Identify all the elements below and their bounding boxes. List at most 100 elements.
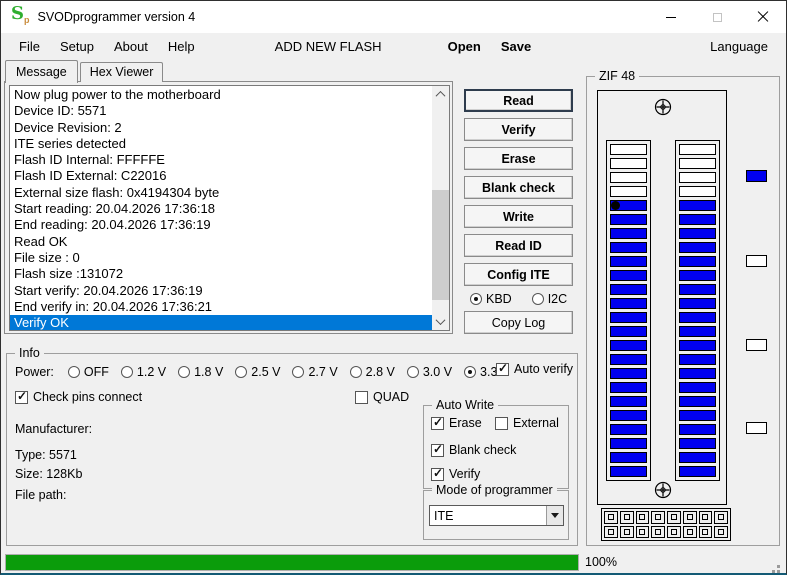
maximize-icon xyxy=(712,12,722,22)
zif-pin-slot xyxy=(679,438,716,449)
read-button[interactable]: Read xyxy=(464,89,573,112)
connector-pin xyxy=(635,525,650,538)
checkbox-icon xyxy=(355,390,368,404)
log-line[interactable]: Device ID: 5571 xyxy=(10,103,432,119)
read-id-button[interactable]: Read ID xyxy=(464,234,573,257)
menu-item-add-new-flash[interactable]: ADD NEW FLASH xyxy=(265,35,392,58)
blank-check-button[interactable]: Blank check xyxy=(464,176,573,199)
zif-pin-slot xyxy=(679,284,716,295)
scroll-down-button[interactable] xyxy=(432,313,449,330)
auto-write-erase-checkbox[interactable]: Erase xyxy=(431,415,482,430)
scrollbar-thumb[interactable] xyxy=(432,190,449,300)
zif-connector-block xyxy=(601,508,731,541)
zif-pin-slot xyxy=(610,298,647,309)
checkbox-icon xyxy=(496,361,509,376)
copy-log-button[interactable]: Copy Log xyxy=(464,311,573,334)
log-line[interactable]: External size flash: 0x4194304 byte xyxy=(10,185,432,201)
zif-pin-slot xyxy=(679,298,716,309)
write-button[interactable]: Write xyxy=(464,205,573,228)
menu-item-open[interactable]: Open xyxy=(438,35,491,58)
log-line[interactable]: Start reading: 20.04.2026 17:36:18 xyxy=(10,201,432,217)
zif-pin-slot xyxy=(610,270,647,281)
connector-pin xyxy=(698,525,713,538)
zif-pin-slot xyxy=(610,424,647,435)
bus-option-i2c[interactable]: I2C xyxy=(531,292,567,306)
resize-grip-icon[interactable] xyxy=(777,565,780,568)
power-option-3-0-v[interactable]: 3.0 V xyxy=(406,365,452,379)
zif-pin-slot xyxy=(679,200,716,211)
zif-pin-slot xyxy=(679,452,716,463)
zif-pin-slot xyxy=(610,452,647,463)
tab-message[interactable]: Message xyxy=(5,60,78,83)
zif-pin-slot xyxy=(679,270,716,281)
log-line[interactable]: End reading: 20.04.2026 17:36:19 xyxy=(10,217,432,233)
log-line[interactable]: End verify in: 20.04.2026 17:36:21 xyxy=(10,299,432,315)
checkbox-icon xyxy=(431,442,444,457)
log-line[interactable]: Now plug power to the motherboard xyxy=(10,87,432,103)
title-bar: Sp SVODprogrammer version 4 xyxy=(1,1,786,33)
zif-pin-slot xyxy=(679,312,716,323)
maximize-button[interactable] xyxy=(694,1,740,33)
action-button-column: Read Verify Erase Blank check Write Read ID Co… xyxy=(464,89,574,334)
zif-pin-slot xyxy=(679,214,716,225)
zif-pin-slot xyxy=(679,354,716,365)
programmer-mode-dropdown[interactable]: ITE xyxy=(429,505,564,526)
log-line[interactable]: File size : 0 xyxy=(10,250,432,266)
menu-item-setup[interactable]: Setup xyxy=(50,35,104,58)
menu-item-save[interactable]: Save xyxy=(491,35,541,58)
zif-indicator xyxy=(746,170,767,182)
log-scrollbar[interactable] xyxy=(432,86,449,330)
verify-button[interactable]: Verify xyxy=(464,118,573,141)
minimize-icon xyxy=(666,16,676,18)
info-field-file-path: File path: xyxy=(15,488,67,502)
menu-item-file[interactable]: File xyxy=(9,35,50,58)
app-icon: Sp xyxy=(11,3,30,26)
auto-write-verify-checkbox[interactable]: Verify xyxy=(431,466,480,481)
zif-pin-slot xyxy=(610,228,647,239)
log-line[interactable]: Read OK xyxy=(10,234,432,250)
connector-pin xyxy=(604,525,618,538)
zif-pin-slot xyxy=(679,158,716,169)
chevron-up-icon xyxy=(435,90,446,101)
config-ite-button[interactable]: Config ITE xyxy=(464,263,573,286)
log-line[interactable]: Verify OK xyxy=(10,315,432,330)
auto-verify-checkbox[interactable]: Auto verify xyxy=(496,361,573,376)
menu-item-language[interactable]: Language xyxy=(700,35,778,58)
auto-write-blank-check-checkbox[interactable]: Blank check xyxy=(431,442,516,457)
menu-item-about[interactable]: About xyxy=(104,35,158,58)
zif-indicator xyxy=(746,255,767,267)
tab-hex-viewer[interactable]: Hex Viewer xyxy=(79,62,164,82)
minimize-button[interactable] xyxy=(648,1,694,33)
message-log[interactable]: Now plug power to the motherboard Device … xyxy=(9,85,450,331)
dropdown-button[interactable] xyxy=(546,506,563,525)
connector-pin xyxy=(698,511,713,524)
status-bar: 100% xyxy=(1,550,786,573)
power-option-2-8-v[interactable]: 2.8 V xyxy=(349,365,395,379)
scroll-up-button[interactable] xyxy=(432,86,449,103)
log-line[interactable]: Device Revision: 2 xyxy=(10,120,432,136)
log-line[interactable]: Flash size :131072 xyxy=(10,266,432,282)
connector-pin xyxy=(667,525,681,538)
log-lines: Now plug power to the motherboard Device … xyxy=(10,87,432,330)
quad-checkbox[interactable]: QUAD xyxy=(355,390,409,404)
zif-group-label: ZIF 48 xyxy=(595,69,640,83)
auto-write-external-checkbox[interactable]: External xyxy=(495,416,559,430)
erase-button[interactable]: Erase xyxy=(464,147,573,170)
log-line[interactable]: ITE series detected xyxy=(10,136,432,152)
zif-pin-slot xyxy=(610,158,647,169)
zif-pin-slot xyxy=(610,242,647,253)
close-button[interactable] xyxy=(740,1,786,33)
radio-icon xyxy=(464,366,477,378)
log-line[interactable]: Flash ID External: C22016 xyxy=(10,168,432,184)
auto-write-group-label: Auto Write xyxy=(432,398,499,412)
checkbox-icon xyxy=(431,466,444,481)
menu-item-help[interactable]: Help xyxy=(158,35,205,58)
log-line[interactable]: Start verify: 20.04.2026 17:36:19 xyxy=(10,283,432,299)
bus-option-kbd[interactable]: KBD xyxy=(470,292,512,306)
zif-pin-slot xyxy=(679,326,716,337)
zif-pin-slot xyxy=(610,144,647,155)
log-line[interactable]: Flash ID Internal: FFFFFE xyxy=(10,152,432,168)
zif-pin-slot xyxy=(610,284,647,295)
zif-pin-column-right xyxy=(675,140,720,481)
radio-icon xyxy=(531,293,544,305)
